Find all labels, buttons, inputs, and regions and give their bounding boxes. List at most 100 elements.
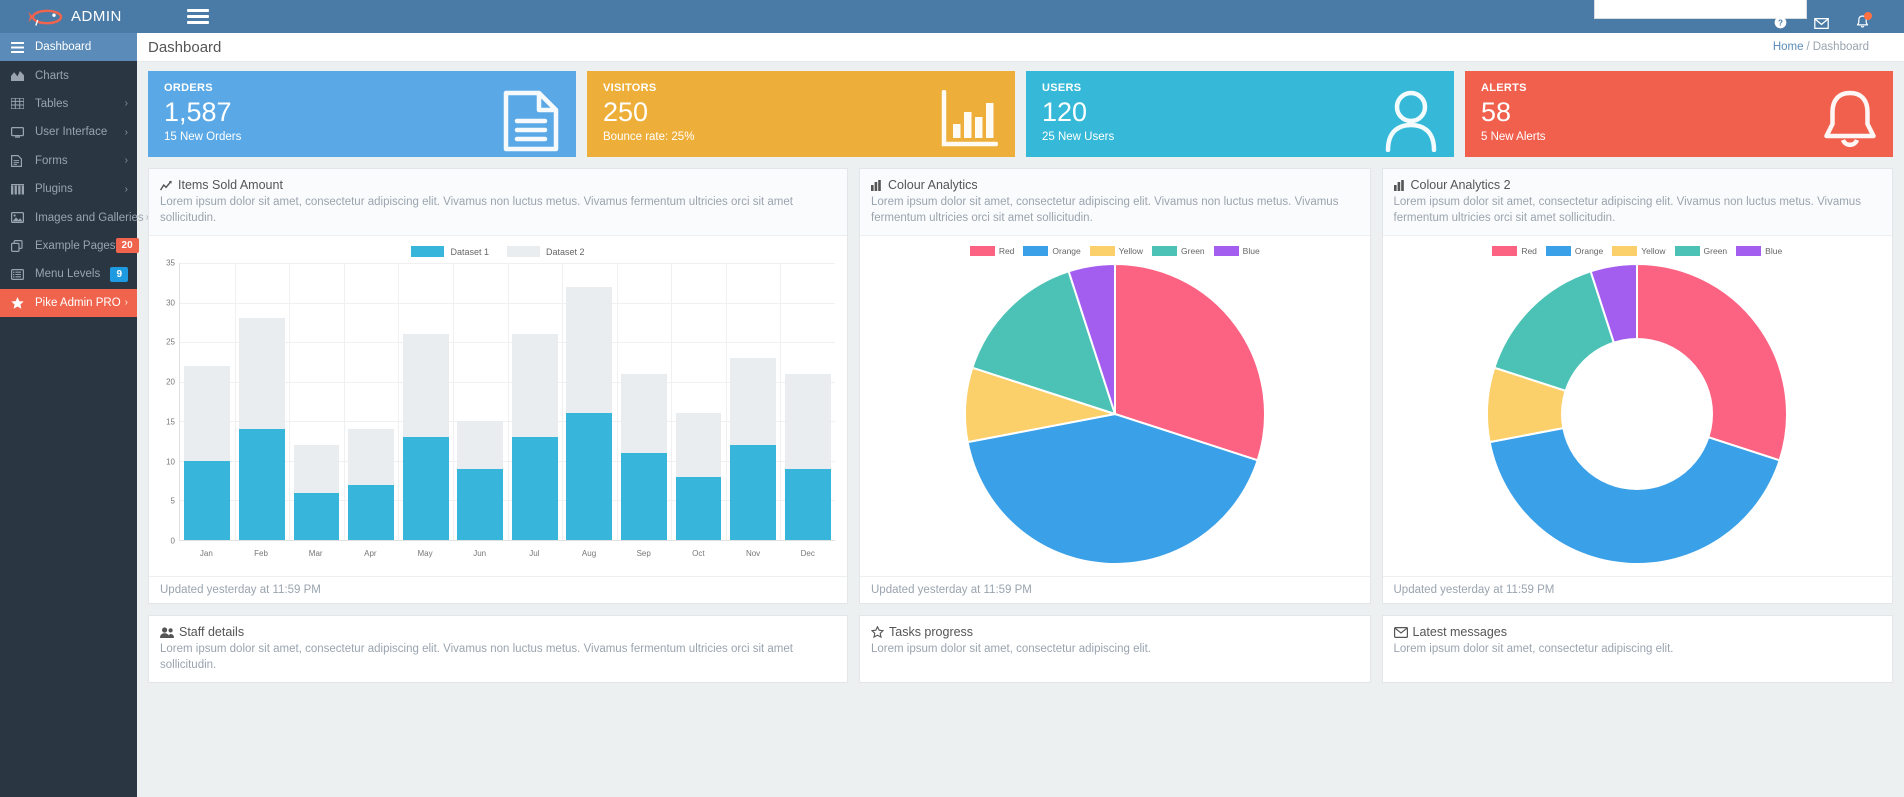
legend-label: Red (1521, 246, 1537, 256)
sidebar-item-charts[interactable]: Charts (0, 61, 137, 89)
stat-card-users[interactable]: USERS12025 New Users (1026, 71, 1454, 157)
image-icon (11, 212, 28, 223)
doughnut-hole (1561, 338, 1713, 490)
file-text-icon (11, 155, 28, 167)
star-icon (11, 297, 28, 309)
panel-title-text: Tasks progress (889, 625, 973, 639)
legend-swatch (411, 246, 444, 257)
bar-dataset-1[interactable] (730, 445, 776, 540)
bar-dataset-1[interactable] (403, 437, 449, 540)
sidebar-item-menu-levels[interactable]: Menu Levels9 (0, 260, 137, 288)
panel-title-text: Colour Analytics 2 (1411, 178, 1511, 192)
mail-icon[interactable] (1814, 18, 1829, 29)
bar-group[interactable] (780, 263, 835, 540)
legend-item-yellow[interactable]: Yellow (1090, 246, 1143, 256)
legend-item-red[interactable]: Red (970, 246, 1015, 256)
bar-dataset-1[interactable] (621, 453, 667, 540)
legend-item-yellow[interactable]: Yellow (1612, 246, 1665, 256)
legend-item-dataset-1[interactable]: Dataset 1 (411, 246, 489, 257)
legend-item-orange[interactable]: Orange (1023, 246, 1080, 256)
bar-dataset-1[interactable] (239, 429, 285, 540)
bar-group[interactable] (398, 263, 453, 540)
panel-body: Red Orange Yellow Green Blue (860, 236, 1370, 576)
legend-item-green[interactable]: Green (1152, 246, 1205, 256)
page-title: Dashboard (148, 39, 221, 56)
bar-chart[interactable]: 05101520253035JanFebMarAprMayJunJulAugSe… (157, 263, 839, 563)
panel-title: Items Sold Amount (160, 178, 836, 192)
panel-description: Lorem ipsum dolor sit amet, consectetur … (1394, 195, 1882, 226)
bar-dataset-1[interactable] (457, 469, 503, 540)
bar-dataset-1[interactable] (785, 469, 831, 540)
sidebar-item-label: Pike Admin PRO (35, 297, 123, 309)
sidebar-item-dashboard[interactable]: Dashboard (0, 33, 137, 61)
bar-dataset-1[interactable] (676, 477, 722, 540)
legend-swatch (507, 246, 540, 257)
legend-label: Yellow (1641, 246, 1665, 256)
doughnut-chart[interactable] (1391, 260, 1885, 572)
bar-dataset-1[interactable] (512, 437, 558, 540)
panel-description: Lorem ipsum dolor sit amet, consectetur … (1394, 642, 1882, 658)
legend-label: Red (999, 246, 1015, 256)
bar-dataset-1[interactable] (184, 461, 230, 540)
bar-group[interactable] (289, 263, 344, 540)
panel-header: Colour Analytics Lorem ipsum dolor sit a… (860, 169, 1370, 236)
bell-icon[interactable] (1856, 15, 1869, 29)
bar-group[interactable] (180, 263, 235, 540)
legend-swatch (1546, 246, 1571, 256)
stat-value: 120 (1042, 98, 1438, 126)
bar-group[interactable] (671, 263, 726, 540)
legend-label: Blue (1243, 246, 1260, 256)
panel-title-text: Items Sold Amount (178, 178, 283, 192)
legend-swatch (1214, 246, 1239, 256)
chevron-right-icon: › (125, 155, 128, 166)
stat-title: USERS (1042, 82, 1438, 94)
table-icon (11, 98, 28, 109)
sidebar-item-user-interface[interactable]: User Interface› (0, 118, 137, 146)
bar-group[interactable] (562, 263, 617, 540)
bar-dataset-1[interactable] (294, 493, 340, 540)
pie-chart[interactable] (868, 260, 1362, 572)
legend-item-blue[interactable]: Blue (1214, 246, 1260, 256)
breadcrumb-home[interactable]: Home (1773, 41, 1804, 53)
sidebar-toggle-button[interactable] (187, 6, 209, 28)
help-icon[interactable]: ? (1774, 16, 1787, 29)
bar-group[interactable] (344, 263, 399, 540)
stat-card-alerts[interactable]: ALERTS585 New Alerts (1465, 71, 1893, 157)
sidebar-item-example-pages[interactable]: Example Pages20 (0, 232, 137, 260)
bar-group[interactable] (617, 263, 672, 540)
legend-item-orange[interactable]: Orange (1546, 246, 1603, 256)
bar-chart-icon (871, 180, 883, 191)
bar-dataset-1[interactable] (348, 485, 394, 540)
legend-item-dataset-2[interactable]: Dataset 2 (507, 246, 585, 257)
legend-item-red[interactable]: Red (1492, 246, 1537, 256)
bar-group[interactable] (507, 263, 562, 540)
x-tick-label: Jun (452, 549, 507, 558)
panel-title-text: Staff details (179, 625, 244, 639)
sidebar-item-forms[interactable]: Forms› (0, 147, 137, 175)
sidebar-item-images-and-galleries[interactable]: Images and Galleries› (0, 203, 137, 231)
area-chart-icon (11, 70, 28, 81)
sidebar-item-pike-admin-pro[interactable]: Pike Admin PRO› (0, 289, 137, 317)
brand[interactable]: ADMIN (0, 0, 167, 33)
panel-latest-messages: Latest messagesLorem ipsum dolor sit ame… (1382, 615, 1894, 683)
legend-item-green[interactable]: Green (1675, 246, 1728, 256)
legend-item-blue[interactable]: Blue (1736, 246, 1782, 256)
bar-dataset-1[interactable] (566, 413, 612, 540)
stat-card-orders[interactable]: ORDERS1,58715 New Orders (148, 71, 576, 157)
panel-header: Latest messagesLorem ipsum dolor sit ame… (1383, 616, 1893, 667)
topbar-actions: ? (1774, 0, 1904, 33)
line-chart-icon (160, 180, 173, 191)
bar-group[interactable] (726, 263, 781, 540)
bar-group[interactable] (453, 263, 508, 540)
sidebar-item-label: Plugins (35, 183, 123, 195)
bar-group[interactable] (235, 263, 290, 540)
fish-logo-icon (28, 8, 64, 26)
legend-swatch (1152, 246, 1177, 256)
panel-staff-details: Staff detailsLorem ipsum dolor sit amet,… (148, 615, 848, 683)
panel-body: Dataset 1 Dataset 2 05101520253035JanFebM… (149, 236, 847, 576)
y-tick-label: 5 (171, 497, 175, 506)
legend-label: Blue (1765, 246, 1782, 256)
stat-card-visitors[interactable]: VISITORS250Bounce rate: 25% (587, 71, 1015, 157)
sidebar-item-plugins[interactable]: Plugins› (0, 175, 137, 203)
sidebar-item-tables[interactable]: Tables› (0, 90, 137, 118)
